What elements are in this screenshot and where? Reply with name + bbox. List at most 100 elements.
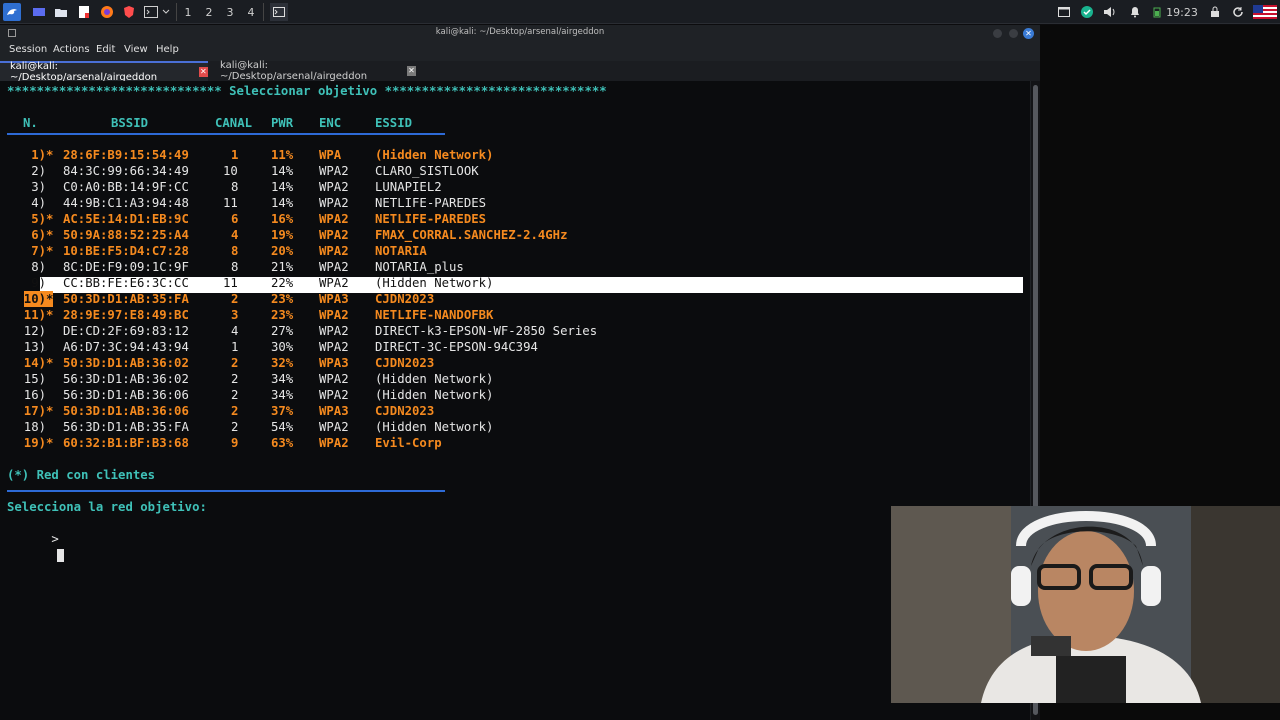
row-power: 19% bbox=[271, 228, 294, 242]
menu-help[interactable]: Help bbox=[156, 44, 179, 55]
row-channel: 2 bbox=[231, 372, 239, 386]
row-number: 17)* bbox=[23, 404, 54, 418]
workspace-4[interactable]: 4 bbox=[245, 3, 257, 21]
menu-edit[interactable]: Edit bbox=[96, 44, 115, 55]
row-power: 14% bbox=[271, 180, 294, 194]
battery-icon[interactable] bbox=[1152, 3, 1162, 21]
row-essid: NETLIFE-NANDOFBK bbox=[375, 308, 494, 322]
row-channel: 2 bbox=[231, 356, 239, 370]
window-titlebar[interactable]: kali@kali: ~/Desktop/arsenal/airgeddon ✕ bbox=[0, 25, 1040, 42]
table-row[interactable]: 8) 8C:DE:F9:09:1C:9F 8 21% WPA2 NOTARIA_plus bbox=[0, 259, 1000, 275]
close-button[interactable]: ✕ bbox=[1023, 28, 1034, 39]
shield-browser-icon[interactable] bbox=[121, 3, 137, 21]
workspace-2[interactable]: 2 bbox=[203, 3, 215, 21]
row-power: 37% bbox=[271, 404, 294, 418]
row-channel: 4 bbox=[231, 228, 239, 242]
row-bssid: A6:D7:3C:94:43:94 bbox=[63, 340, 189, 354]
row-bssid: DE:CD:2F:69:83:12 bbox=[63, 324, 189, 338]
workspace-1[interactable]: 1 bbox=[182, 3, 194, 21]
notification-bell-icon[interactable] bbox=[1128, 3, 1142, 21]
table-row[interactable]: 10)* 50:3D:D1:AB:35:FA 2 23% WPA3 CJDN2023 bbox=[0, 291, 1000, 307]
row-bssid: 84:3C:99:66:34:49 bbox=[63, 164, 189, 178]
menu-session[interactable]: Session bbox=[9, 44, 47, 55]
table-row[interactable]: 2) 84:3C:99:66:34:49 10 14% WPA2 CLARO_SISTLO… bbox=[0, 163, 1000, 179]
row-number: 4) bbox=[31, 196, 46, 210]
us-flag-icon[interactable] bbox=[1252, 3, 1278, 21]
panel-divider bbox=[176, 3, 177, 21]
taskbar-terminal-window[interactable] bbox=[270, 3, 288, 21]
text-editor-icon[interactable] bbox=[76, 3, 92, 21]
folder-icon[interactable] bbox=[53, 3, 69, 21]
row-number: 7)* bbox=[31, 244, 54, 258]
maximize-button[interactable] bbox=[1009, 29, 1018, 38]
window-title: kali@kali: ~/Desktop/arsenal/airgeddon bbox=[435, 27, 605, 37]
table-row[interactable]: 6)* 50:9A:88:52:25:A4 4 19% WPA2 FMAX_CORRAL.… bbox=[0, 227, 1000, 243]
desktop-icon[interactable] bbox=[31, 3, 47, 21]
tab-label: kali@kali: ~/Desktop/arsenal/airgeddon bbox=[220, 60, 368, 82]
table-row[interactable]: 9) CC:BB:FE:E6:3C:CC 11 22% WPA2 (Hidden Netw… bbox=[0, 275, 1000, 291]
window-icon[interactable] bbox=[1057, 3, 1071, 21]
row-encryption: WPA2 bbox=[319, 436, 349, 450]
table-row[interactable]: 15) 56:3D:D1:AB:36:02 2 34% WPA2 (Hidden Netw… bbox=[0, 371, 1000, 387]
prompt-symbol: > bbox=[51, 532, 59, 546]
menu-actions[interactable]: Actions bbox=[53, 44, 90, 55]
menu-view[interactable]: View bbox=[124, 44, 148, 55]
legend-separator bbox=[7, 490, 445, 492]
tab-terminal-2[interactable]: kali@kali: ~/Desktop/arsenal/airgeddon ✕ bbox=[210, 60, 416, 82]
tab-label: kali@kali: ~/Desktop/arsenal/airgeddon bbox=[10, 61, 158, 83]
row-channel: 3 bbox=[231, 308, 239, 322]
row-essid: NOTARIA bbox=[375, 244, 427, 258]
row-channel: 11 bbox=[223, 196, 238, 210]
table-row[interactable]: 13) A6:D7:3C:94:43:94 1 30% WPA2 DIRECT-3C-EP… bbox=[0, 339, 1000, 355]
row-power: 22% bbox=[271, 276, 294, 290]
close-tab-icon[interactable]: ✕ bbox=[198, 67, 208, 77]
terminal-window: kali@kali: ~/Desktop/arsenal/airgeddon ✕… bbox=[0, 25, 1040, 720]
table-row[interactable]: 5)* AC:5E:14:D1:EB:9C 6 16% WPA2 NETLIFE-PARE… bbox=[0, 211, 1000, 227]
table-row[interactable]: 16) 56:3D:D1:AB:36:06 2 34% WPA2 (Hidden Netw… bbox=[0, 387, 1000, 403]
tab-terminal-1[interactable]: kali@kali: ~/Desktop/arsenal/airgeddon ✕ bbox=[0, 61, 208, 83]
row-power: 11% bbox=[271, 148, 294, 162]
terminal-output[interactable]: ***************************** Selecciona… bbox=[0, 81, 1030, 720]
firefox-icon[interactable] bbox=[99, 3, 115, 21]
row-number: 9) bbox=[31, 276, 46, 290]
table-row[interactable]: 18) 56:3D:D1:AB:35:FA 2 54% WPA2 (Hidden Netw… bbox=[0, 419, 1000, 435]
webcam-overlay bbox=[891, 506, 1280, 703]
legend-text: (*) Red con clientes bbox=[7, 468, 156, 482]
clock[interactable]: 19:23 bbox=[1166, 3, 1198, 21]
row-power: 34% bbox=[271, 388, 294, 402]
row-essid: FMAX_CORRAL.SANCHEZ-2.4GHz bbox=[375, 228, 568, 242]
top-panel: 1 2 3 4 19:23 bbox=[0, 0, 1280, 24]
app-indicator-icon[interactable] bbox=[1080, 3, 1094, 21]
table-row[interactable]: 17)* 50:3D:D1:AB:36:06 2 37% WPA3 CJDN2023 bbox=[0, 403, 1000, 419]
row-channel: 1 bbox=[231, 340, 239, 354]
row-essid: (Hidden Network) bbox=[375, 388, 494, 402]
table-row[interactable]: 12) DE:CD:2F:69:83:12 4 27% WPA2 DIRECT-k3-EP… bbox=[0, 323, 1000, 339]
row-number: 16) bbox=[23, 388, 47, 402]
row-number: 18) bbox=[23, 420, 47, 434]
col-enc: ENC bbox=[319, 116, 342, 130]
workspace-3[interactable]: 3 bbox=[224, 3, 236, 21]
table-row[interactable]: 14)* 50:3D:D1:AB:36:02 2 32% WPA3 CJDN2023 bbox=[0, 355, 1000, 371]
table-row[interactable]: 1)* 28:6F:B9:15:54:49 1 11% WPA (Hidden Netwo… bbox=[0, 147, 1000, 163]
terminal-launcher-icon[interactable] bbox=[143, 3, 159, 21]
panel-divider bbox=[263, 3, 264, 21]
volume-icon[interactable] bbox=[1103, 3, 1117, 21]
minimize-button[interactable] bbox=[993, 29, 1002, 38]
lock-icon[interactable] bbox=[1209, 3, 1221, 21]
row-channel: 4 bbox=[231, 324, 239, 338]
row-essid: (Hidden Network) bbox=[375, 372, 494, 386]
table-row[interactable]: 3) C0:A0:BB:14:9F:CC 8 14% WPA2 LUNAPIEL2 bbox=[0, 179, 1000, 195]
row-number: 11)* bbox=[23, 308, 54, 322]
close-tab-icon[interactable]: ✕ bbox=[406, 66, 416, 76]
table-row[interactable]: 4) 44:9B:C1:A3:94:48 11 14% WPA2 NETLIFE-PARE… bbox=[0, 195, 1000, 211]
table-row[interactable]: 11)* 28:9E:97:E8:49:BC 3 23% WPA2 NETLIFE-NAN… bbox=[0, 307, 1000, 323]
row-essid: CJDN2023 bbox=[375, 292, 435, 306]
input-prompt[interactable]: > bbox=[7, 515, 65, 562]
refresh-icon[interactable] bbox=[1231, 3, 1245, 21]
kali-menu-icon[interactable] bbox=[3, 3, 21, 21]
table-row[interactable]: 19)* 60:32:B1:BF:B3:68 9 63% WPA2 Evil-Corp bbox=[0, 435, 1000, 451]
chevron-down-icon[interactable] bbox=[161, 3, 171, 21]
row-bssid: C0:A0:BB:14:9F:CC bbox=[63, 180, 189, 194]
table-row[interactable]: 7)* 10:BE:F5:D4:C7:28 8 20% WPA2 NOTARIA bbox=[0, 243, 1000, 259]
row-channel: 6 bbox=[231, 212, 239, 226]
